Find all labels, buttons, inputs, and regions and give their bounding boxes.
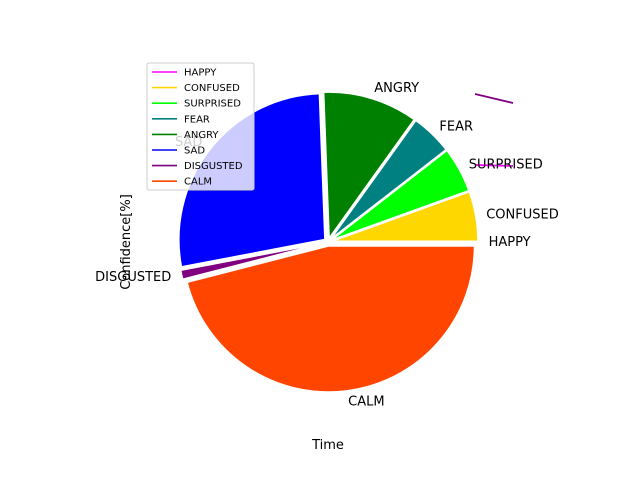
legend-entry-fear: FEAR [184, 114, 210, 125]
y-axis-label: Confidence[%] [119, 194, 134, 290]
legend-entry-disgusted: DISGUSTED [184, 161, 243, 172]
slice-label-calm: CALM [348, 394, 384, 409]
pie-chart: HAPPY CONFUSED SURPRISED FEAR ANGRY SAD DISGUS… [0, 0, 640, 480]
x-axis-label: Time [311, 438, 344, 453]
slice-label-fear: FEAR [439, 119, 473, 134]
legend-entry-sad: SAD [184, 146, 205, 157]
legend-entry-confused: CONFUSED [184, 83, 240, 94]
legend-entry-angry: ANGRY [184, 130, 219, 141]
slice-label-surprised: SURPRISED [469, 158, 543, 173]
slice-label-angry: ANGRY [374, 81, 419, 96]
slice-label-happy: HAPPY [489, 235, 531, 250]
legend-entry-surprised: SURPRISED [184, 99, 241, 110]
legend-entry-calm: CALM [184, 177, 212, 188]
legend: HAPPY CONFUSED SURPRISED FEAR ANGRY SAD DISGUS… [146, 62, 255, 191]
legend-entry-happy: HAPPY [184, 68, 217, 79]
slice-label-confused: CONFUSED [486, 207, 559, 222]
